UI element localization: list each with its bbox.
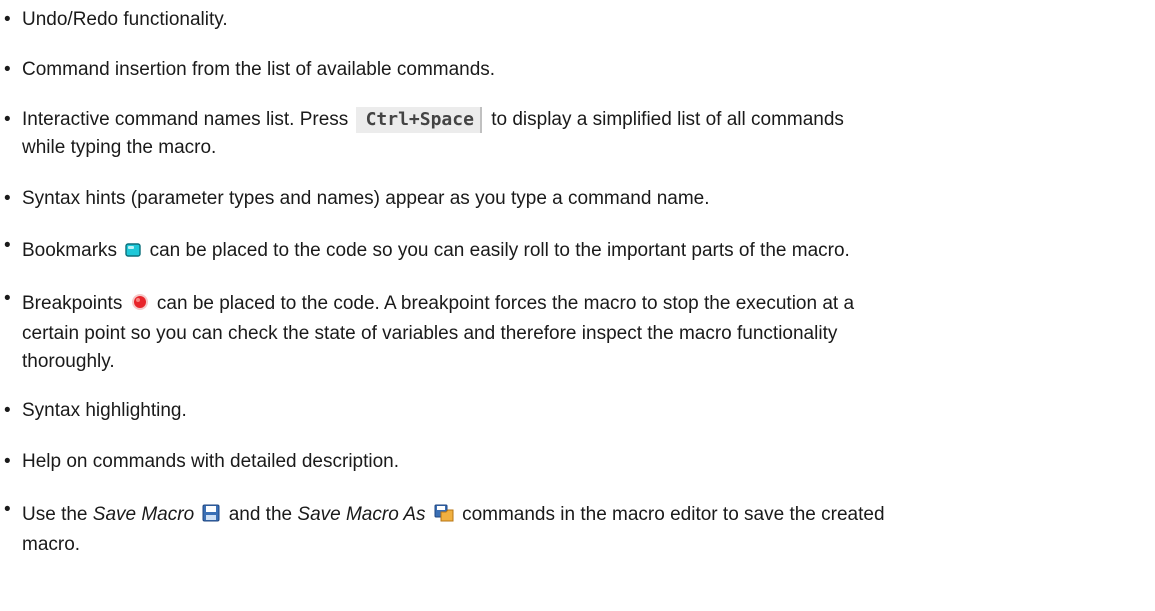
save-as-icon [434, 503, 454, 531]
save-icon [202, 503, 220, 531]
item-text-mid: and the [228, 504, 293, 525]
item-text-before: Interactive command names list. Press [22, 109, 349, 130]
item-text-pre: Use the [22, 504, 88, 525]
item-text-before: Breakpoints [22, 293, 123, 314]
bullet: • [4, 499, 11, 520]
bullet: • [4, 400, 11, 421]
command-name-save-macro: Save Macro [92, 504, 195, 525]
item-text-after: to display a simplified list of all comm… [491, 109, 844, 130]
item-text: Syntax hints (parameter types and names)… [22, 188, 710, 209]
item-text-after: can be placed to the code so you can eas… [149, 240, 850, 261]
item-text-line2: while typing the macro. [22, 137, 217, 158]
keyboard-shortcut: Ctrl+Space [355, 107, 482, 133]
bullet: • [4, 235, 11, 256]
item-text-line3: thoroughly. [22, 351, 115, 372]
breakpoint-icon [131, 292, 149, 320]
item-text: Undo/Redo functionality. [22, 9, 228, 30]
item-text-before: Bookmarks [22, 240, 118, 261]
item-text: Help on commands with detailed descripti… [22, 451, 400, 472]
item-text-post: commands in the macro editor to save the… [462, 504, 885, 525]
item-text-line2: macro. [22, 534, 81, 555]
item-text: Use the Save Macro and the Save Macro As… [22, 501, 1155, 559]
item-text-after: can be placed to the code. A breakpoint … [156, 293, 855, 314]
bullet: • [4, 288, 11, 309]
bullet: • [4, 9, 11, 30]
item-text: Bookmarks can be placed to the code so y… [22, 237, 1155, 267]
item-text: Breakpoints can be placed to the code. A… [22, 290, 1155, 376]
item-text: Command insertion from the list of avail… [22, 59, 496, 80]
bullet: • [4, 59, 11, 80]
bullet: • [4, 451, 11, 472]
bullet: • [4, 109, 11, 130]
bullet: • [4, 188, 11, 209]
item-text: Syntax highlighting. [22, 400, 187, 421]
item-text-line2: certain point so you can check the state… [22, 323, 838, 344]
command-name-save-macro-as: Save Macro As [297, 504, 426, 525]
item-text: Interactive command names list. Press Ct… [22, 106, 1155, 162]
bookmark-icon [125, 239, 142, 267]
